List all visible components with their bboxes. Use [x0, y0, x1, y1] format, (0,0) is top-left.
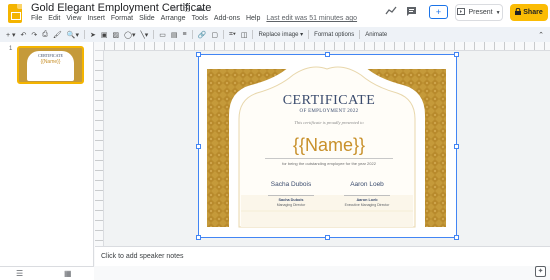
name-underline	[265, 158, 393, 159]
resize-handle-bottom-right[interactable]	[454, 235, 459, 240]
explore-icon[interactable]: ✦	[535, 266, 546, 277]
mask-image-icon[interactable]: ◫	[241, 31, 248, 39]
present-button[interactable]: Present ▼	[455, 4, 503, 21]
menu-format[interactable]: Format	[111, 15, 133, 22]
shape-icon[interactable]: ◯▾	[124, 31, 135, 39]
toolbar-divider	[191, 30, 193, 39]
title-bar: Gold Elegant Employment Certificate ☆ ⎘ …	[0, 0, 550, 27]
signer-2-role[interactable]: Executive Managing Director	[337, 203, 397, 207]
horizontal-ruler[interactable]	[95, 42, 550, 51]
certificate-subtitle[interactable]: OF EMPLOYMENT 2022	[259, 109, 399, 114]
comment-icon[interactable]	[406, 6, 417, 20]
resize-handle-top-right[interactable]	[454, 52, 459, 57]
chevron-down-icon: ▼	[495, 9, 501, 16]
cloud-status-icon[interactable]: ☁	[195, 3, 204, 14]
toolbar-divider	[84, 30, 86, 39]
line-icon[interactable]: ╲▾	[141, 31, 149, 39]
collapse-toolbar-icon[interactable]: ⌃	[538, 31, 544, 39]
last-edit-link[interactable]: Last edit was 51 minutes ago	[266, 15, 357, 22]
editor-canvas[interactable]: CERTIFICATE OF EMPLOYMENT 2022 This cert…	[95, 42, 550, 246]
print-icon[interactable]: ⎙	[42, 31, 48, 39]
replace-image-button[interactable]: Replace image ▾	[258, 31, 303, 38]
resize-handle-right[interactable]	[454, 144, 459, 149]
zoom-icon[interactable]: 🔍▾	[67, 31, 79, 39]
move-folder-icon[interactable]: ⎘	[183, 3, 190, 14]
comment-add-icon[interactable]: ▢	[211, 31, 218, 39]
title-icons: ☆ ⎘ ☁	[170, 3, 204, 14]
animate-button[interactable]: Animate	[365, 32, 387, 38]
thumbnail-title: CERTIFICATE	[38, 53, 63, 58]
signer-1-role[interactable]: Managing Director	[261, 203, 321, 207]
fill-color-icon[interactable]: ▭	[159, 31, 166, 39]
star-icon[interactable]: ☆	[170, 3, 178, 14]
speaker-notes-placeholder[interactable]: Click to add speaker notes	[101, 253, 184, 260]
slide-filmstrip: 1 CERTIFICATE {{Name}}	[0, 42, 94, 266]
format-options-button[interactable]: Format options	[314, 32, 354, 38]
filmstrip-view-icon[interactable]: ☰	[16, 269, 23, 278]
toolbar: + ▾ ↶ ↷ ⎙ 🖌 🔍▾ ➤ ▣ ▨ ◯▾ ╲▾ ▭ ▤ ≡ 🔗 ▢ ⌗▾ …	[0, 27, 550, 42]
menu-tools[interactable]: Tools	[192, 15, 208, 22]
toolbar-divider	[222, 30, 224, 39]
menu-bar: File Edit View Insert Format Slide Arran…	[31, 15, 357, 22]
recipient-name[interactable]: {{Name}}	[259, 135, 399, 156]
link-icon[interactable]: 🔗	[198, 31, 207, 39]
toolbar-divider	[359, 30, 361, 39]
menu-addons[interactable]: Add-ons	[214, 15, 240, 22]
signer-2-name[interactable]: Aaron Loeb	[337, 198, 397, 202]
toolbar-divider	[153, 30, 155, 39]
menu-edit[interactable]: Edit	[48, 15, 60, 22]
slides-logo-icon[interactable]	[8, 4, 22, 23]
menu-slide[interactable]: Slide	[139, 15, 155, 22]
speaker-notes-panel[interactable]: Click to add speaker notes	[95, 246, 550, 266]
award-reason-text[interactable]: for being the outstanding employee for t…	[259, 161, 399, 166]
presented-to-text[interactable]: This certificate is proudly presented to	[259, 120, 399, 125]
menu-view[interactable]: View	[66, 15, 81, 22]
slide-thumbnail[interactable]: CERTIFICATE {{Name}}	[17, 46, 84, 84]
signature-1[interactable]: Sacha Dubois	[261, 181, 321, 188]
lock-icon	[515, 7, 522, 17]
resize-handle-bottom-left[interactable]	[196, 235, 201, 240]
thumbnail-name: {{Name}}	[40, 59, 61, 65]
present-icon	[457, 8, 466, 17]
crop-icon[interactable]: ⌗▾	[229, 31, 236, 39]
share-button[interactable]: Share	[510, 4, 548, 21]
new-slide-icon[interactable]: + ▾	[6, 31, 16, 39]
signer-1-name[interactable]: Sacha Dubois	[261, 198, 321, 202]
select-cursor-icon[interactable]: ➤	[90, 31, 96, 39]
text-box-icon[interactable]: ▣	[101, 31, 108, 39]
menu-arrange[interactable]: Arrange	[161, 15, 186, 22]
slide-1[interactable]: CERTIFICATE OF EMPLOYMENT 2022 This cert…	[196, 52, 459, 240]
signature-line-1	[268, 195, 314, 196]
add-meet-button[interactable]: +	[429, 5, 448, 19]
image-icon[interactable]: ▨	[113, 31, 120, 39]
toolbar-divider	[252, 30, 254, 39]
vertical-ruler[interactable]	[95, 51, 104, 246]
menu-help[interactable]: Help	[246, 15, 260, 22]
undo-icon[interactable]: ↶	[21, 31, 27, 39]
border-color-icon[interactable]: ▤	[171, 31, 178, 39]
activity-trend-icon[interactable]	[385, 6, 397, 19]
resize-handle-left[interactable]	[196, 144, 201, 149]
resize-handle-top-left[interactable]	[196, 52, 201, 57]
redo-icon[interactable]: ↷	[31, 31, 37, 39]
certificate-title[interactable]: CERTIFICATE	[259, 93, 399, 109]
signature-2[interactable]: Aaron Loeb	[337, 181, 397, 188]
menu-file[interactable]: File	[31, 15, 42, 22]
signature-line-2	[344, 195, 390, 196]
view-switcher-bar: ☰ ▦	[0, 266, 94, 280]
toolbar-divider	[308, 30, 310, 39]
menu-insert[interactable]: Insert	[87, 15, 105, 22]
slide-number: 1	[9, 46, 13, 52]
grid-view-icon[interactable]: ▦	[64, 269, 72, 278]
resize-handle-top[interactable]	[325, 52, 330, 57]
resize-handle-bottom[interactable]	[325, 235, 330, 240]
border-weight-icon[interactable]: ≡	[183, 31, 187, 38]
paint-format-icon[interactable]: 🖌	[53, 31, 62, 39]
